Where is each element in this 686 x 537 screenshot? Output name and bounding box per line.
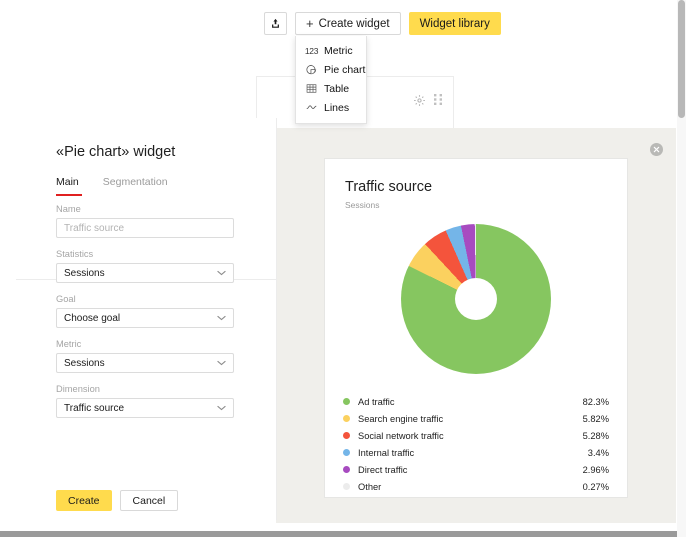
table-grid-icon: [305, 82, 318, 95]
legend-label: Ad traffic: [358, 396, 395, 407]
legend-item[interactable]: Internal traffic 3.4%: [343, 444, 609, 461]
widget-library-button[interactable]: Widget library: [408, 12, 501, 35]
legend-color-swatch: [343, 466, 350, 473]
menu-item-pie-chart[interactable]: Pie chart: [296, 60, 366, 79]
legend-label: Direct traffic: [358, 464, 408, 475]
pie-chart[interactable]: [401, 224, 551, 374]
dashboard-toolbar: + Create widget Widget library: [264, 12, 501, 35]
field-label: Dimension: [56, 384, 100, 394]
widget-settings-panel: «Pie chart» widget Main Segmentation Nam…: [0, 118, 277, 520]
legend-value: 0.27%: [582, 481, 609, 492]
tab-main[interactable]: Main: [56, 176, 79, 196]
field-name: Name Traffic source: [56, 204, 234, 238]
chart-subtitle: Sessions: [345, 200, 380, 210]
chevron-down-icon: [217, 404, 226, 413]
panel-tabs: Main Segmentation: [56, 176, 276, 196]
legend-label: Social network traffic: [358, 430, 444, 441]
name-input[interactable]: Traffic source: [56, 218, 234, 238]
select-value: Choose goal: [64, 312, 121, 324]
legend-value: 3.4%: [587, 447, 609, 458]
widget-card-tools: [413, 94, 443, 112]
menu-item-label: Pie chart: [324, 63, 366, 76]
upload-icon: [270, 18, 281, 29]
create-widget-button[interactable]: + Create widget: [295, 12, 401, 35]
field-metric: Metric Sessions: [56, 339, 234, 373]
field-label: Metric: [56, 339, 82, 349]
field-goal: Goal Choose goal: [56, 294, 234, 328]
legend-value: 82.3%: [582, 396, 609, 407]
legend-color-swatch: [343, 415, 350, 422]
field-label: Goal: [56, 294, 76, 304]
field-dimension: Dimension Traffic source: [56, 384, 234, 418]
gear-icon[interactable]: [413, 94, 426, 112]
menu-item-metric[interactable]: 123 Metric: [296, 41, 366, 60]
chevron-down-icon: [217, 359, 226, 368]
legend-color-swatch: [343, 483, 350, 490]
chart-title: Traffic source: [345, 179, 433, 195]
create-widget-menu[interactable]: 123 Metric Pie chart Table Lines: [295, 36, 367, 124]
legend-item[interactable]: Search engine traffic 5.82%: [343, 410, 609, 427]
select-value: Sessions: [64, 357, 105, 369]
legend-value: 2.96%: [582, 464, 609, 475]
cancel-button[interactable]: Cancel: [119, 490, 179, 511]
create-button[interactable]: Create: [56, 490, 112, 511]
legend-value: 5.28%: [582, 430, 609, 441]
pie-chart-icon: [305, 63, 318, 76]
tab-segmentation[interactable]: Segmentation: [103, 176, 168, 196]
widget-library-label: Widget library: [419, 17, 490, 30]
line-wave-icon: [305, 101, 318, 114]
menu-item-label: Lines: [324, 101, 350, 114]
select-dimension[interactable]: Traffic source: [56, 398, 234, 418]
legend-label: Internal traffic: [358, 447, 415, 458]
select-goal[interactable]: Choose goal: [56, 308, 234, 328]
chevron-down-icon: [217, 314, 226, 323]
field-statistics: Statistics Sessions: [56, 249, 234, 283]
chevron-down-icon: [217, 269, 226, 278]
app-root: Traffic source Sessions Ad traffic 82.3% S…: [0, 0, 686, 537]
select-metric[interactable]: Sessions: [56, 353, 234, 373]
chart-card: Traffic source Sessions Ad traffic 82.3% S…: [324, 158, 628, 498]
menu-item-lines[interactable]: Lines: [296, 98, 366, 117]
chart-legend: Ad traffic 82.3% Search engine traffic 5.82…: [343, 393, 609, 495]
close-icon[interactable]: [650, 143, 663, 156]
export-button[interactable]: [264, 12, 287, 35]
panel-actions: Create Cancel: [56, 490, 179, 511]
page-title: «Pie chart» widget: [56, 144, 176, 160]
legend-value: 5.82%: [582, 413, 609, 424]
legend-item[interactable]: Ad traffic 82.3%: [343, 393, 609, 410]
legend-color-swatch: [343, 449, 350, 456]
settings-form: Name Traffic source Statistics Sessions Goal…: [56, 204, 234, 429]
vertical-scrollbar[interactable]: [677, 0, 686, 537]
select-statistics[interactable]: Sessions: [56, 263, 234, 283]
legend-item[interactable]: Other 0.27%: [343, 478, 609, 495]
legend-item[interactable]: Social network traffic 5.28%: [343, 427, 609, 444]
select-value: Sessions: [64, 267, 105, 279]
donut-hole: [455, 278, 497, 320]
menu-item-label: Metric: [324, 44, 353, 57]
scrollbar-thumb[interactable]: [678, 0, 685, 118]
create-widget-label: Create widget: [318, 17, 390, 30]
legend-item[interactable]: Direct traffic 2.96%: [343, 461, 609, 478]
plus-icon: +: [306, 16, 314, 31]
menu-item-table[interactable]: Table: [296, 79, 366, 98]
number-123-icon: 123: [304, 45, 319, 56]
window-bottom-edge: [0, 531, 686, 537]
menu-item-label: Table: [324, 82, 350, 95]
legend-color-swatch: [343, 432, 350, 439]
field-label: Name: [56, 204, 81, 214]
drag-handle-icon[interactable]: [434, 94, 443, 112]
legend-label: Other: [358, 481, 382, 492]
select-value: Traffic source: [64, 402, 125, 414]
field-label: Statistics: [56, 249, 94, 259]
legend-color-swatch: [343, 398, 350, 405]
legend-label: Search engine traffic: [358, 413, 444, 424]
widget-preview-overlay: Traffic source Sessions Ad traffic 82.3% S…: [276, 128, 676, 523]
